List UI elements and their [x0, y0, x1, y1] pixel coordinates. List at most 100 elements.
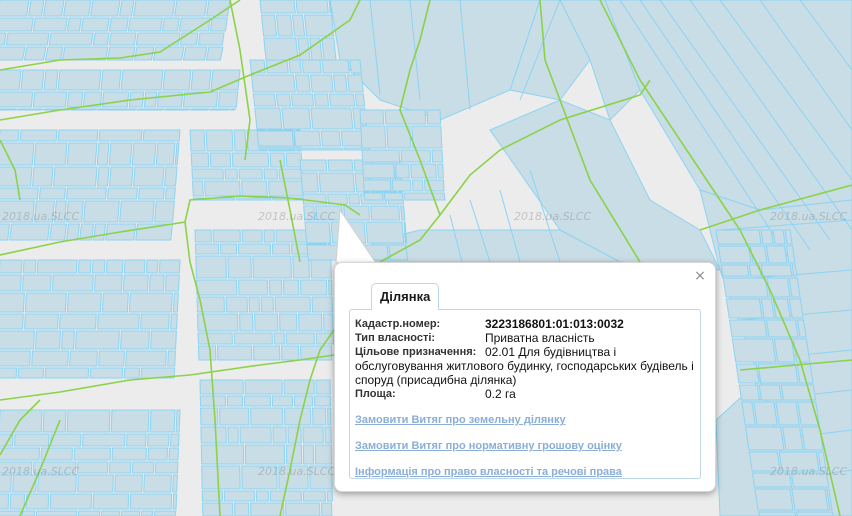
parcel-shape[interactable]: [108, 32, 137, 46]
parcel-shape[interactable]: [327, 407, 332, 426]
parcel-shape[interactable]: [66, 223, 81, 241]
parcel-shape[interactable]: [320, 502, 333, 516]
parcel-shape[interactable]: [100, 510, 121, 516]
parcel-shape[interactable]: [395, 163, 410, 179]
parcel-shape[interactable]: [48, 32, 94, 46]
parcel-shape[interactable]: [120, 69, 164, 91]
parcel-shape[interactable]: [162, 69, 192, 91]
parcel-shape[interactable]: [32, 91, 68, 108]
parcel-shape[interactable]: [19, 129, 58, 142]
parcel-shape[interactable]: [0, 493, 10, 510]
parcel-shape[interactable]: [92, 493, 130, 510]
parcel-shape[interactable]: [114, 474, 143, 493]
parcel-shape[interactable]: [238, 168, 263, 180]
parcel-shape[interactable]: [227, 255, 252, 279]
parcel-shape[interactable]: [17, 367, 45, 379]
parcel-shape[interactable]: [249, 59, 266, 74]
parcel-shape[interactable]: [437, 163, 444, 179]
parcel-shape[interactable]: [365, 221, 405, 244]
parcel-shape[interactable]: [223, 490, 255, 502]
parcel-shape[interactable]: [310, 107, 354, 130]
parcel-shape[interactable]: [0, 367, 18, 379]
parcel-shape[interactable]: [140, 313, 170, 330]
parcel-shape[interactable]: [320, 130, 342, 147]
parcel-shape[interactable]: [348, 193, 361, 205]
parcel-shape[interactable]: [76, 461, 109, 474]
parcel-shape[interactable]: [254, 313, 279, 332]
parcel-shape[interactable]: [332, 74, 348, 93]
parcel-shape[interactable]: [105, 259, 124, 274]
parcel-shape[interactable]: [391, 179, 412, 192]
parcel-shape[interactable]: [199, 379, 244, 395]
parcel-shape[interactable]: [28, 0, 45, 17]
parcel-shape[interactable]: [66, 17, 82, 32]
parcel-shape[interactable]: [725, 298, 763, 319]
parcel-shape[interactable]: [83, 200, 120, 223]
parcel-shape[interactable]: [760, 229, 774, 245]
parcel-shape[interactable]: [315, 147, 345, 151]
parcel-shape[interactable]: [69, 350, 98, 367]
parcel-shape[interactable]: [312, 407, 327, 426]
parcel-shape[interactable]: [91, 259, 106, 274]
parcel-shape[interactable]: [383, 192, 404, 201]
parcel-shape[interactable]: [31, 350, 69, 367]
parcel-shape[interactable]: [271, 395, 294, 407]
parcel-shape[interactable]: [715, 229, 762, 245]
parcel-shape[interactable]: [235, 197, 272, 201]
parcel-shape[interactable]: [323, 313, 334, 332]
parcel-shape[interactable]: [313, 93, 330, 107]
parcel-shape[interactable]: [766, 277, 791, 298]
parcel-shape[interactable]: [775, 401, 800, 426]
parcel-shape[interactable]: [65, 187, 107, 200]
parcel-shape[interactable]: [0, 447, 41, 461]
parcel-shape[interactable]: [233, 332, 273, 345]
parcel-shape[interactable]: [273, 332, 285, 345]
parcel-shape[interactable]: [93, 223, 107, 241]
parcel-shape[interactable]: [354, 93, 366, 107]
parcel-shape[interactable]: [0, 330, 35, 350]
parcel-shape[interactable]: [0, 46, 26, 61]
parcel-shape[interactable]: [254, 107, 283, 130]
parcel-shape[interactable]: [248, 296, 260, 313]
parcel-shape[interactable]: [0, 129, 20, 142]
parcel-shape[interactable]: [90, 0, 121, 17]
parcel-shape[interactable]: [119, 200, 155, 223]
parcel-shape[interactable]: [411, 179, 424, 192]
parcel-shape[interactable]: [189, 129, 206, 152]
parcel-shape[interactable]: [164, 187, 176, 200]
parcel-shape[interactable]: [275, 93, 292, 107]
parcel-shape[interactable]: [252, 255, 292, 279]
parcel-shape[interactable]: [282, 279, 300, 296]
parcel-shape[interactable]: [128, 292, 173, 313]
parcel-shape[interactable]: [257, 147, 292, 151]
parcel-shape[interactable]: [136, 108, 165, 111]
parcel-shape[interactable]: [294, 74, 311, 93]
parcel-shape[interactable]: [21, 274, 52, 292]
parcel-shape[interactable]: [36, 259, 78, 274]
parcel-shape[interactable]: [760, 264, 793, 277]
parcel-shape[interactable]: [216, 345, 253, 361]
parcel-shape[interactable]: [108, 166, 134, 187]
parcel-shape[interactable]: [757, 511, 797, 516]
parcel-shape[interactable]: [250, 407, 284, 426]
parcel-shape[interactable]: [275, 14, 294, 37]
parcel-shape[interactable]: [0, 69, 22, 91]
parcel-shape[interactable]: [722, 277, 769, 298]
parcel-shape[interactable]: [209, 108, 231, 111]
parcel-shape[interactable]: [170, 313, 178, 330]
parcel-shape[interactable]: [403, 192, 446, 201]
parcel-shape[interactable]: [315, 379, 331, 395]
parcel-shape[interactable]: [96, 166, 110, 187]
parcel-shape[interactable]: [66, 142, 98, 166]
parcel-shape[interactable]: [43, 0, 65, 17]
parcel-shape[interactable]: [77, 474, 114, 493]
parcel-shape[interactable]: [259, 0, 296, 14]
parcel-shape[interactable]: [200, 444, 245, 465]
parcel-shape[interactable]: [260, 296, 274, 313]
parcel-shape[interactable]: [290, 93, 315, 107]
parcel-shape[interactable]: [108, 17, 129, 32]
parcel-shape[interactable]: [145, 259, 159, 274]
parcel-shape[interactable]: [287, 426, 302, 444]
parcel-shape[interactable]: [227, 426, 239, 444]
parcel-shape[interactable]: [172, 474, 178, 493]
